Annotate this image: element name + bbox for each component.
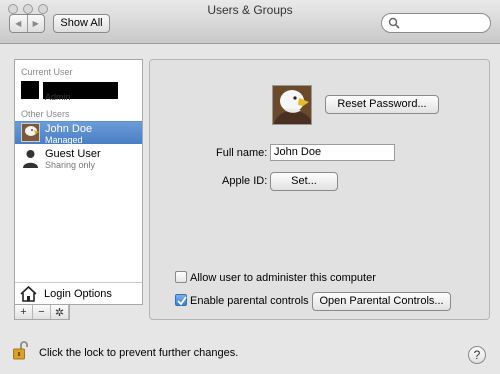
apple-id-label: Apple ID: — [222, 175, 268, 187]
allow-admin-checkbox[interactable] — [175, 271, 187, 283]
checkmark-icon — [177, 296, 187, 306]
gear-icon[interactable]: ✲ — [51, 305, 69, 319]
add-user-button[interactable]: + — [15, 305, 33, 319]
parental-controls-label: Enable parental controls — [190, 295, 309, 307]
set-apple-id-button[interactable]: Set... — [270, 172, 338, 191]
current-user-avatar — [21, 81, 39, 99]
help-button[interactable]: ? — [468, 346, 486, 364]
avatar — [21, 123, 40, 142]
sidebar-button-bar: + − ✲ — [14, 305, 70, 320]
other-users-heading: Other Users — [21, 109, 70, 119]
forward-button[interactable]: ▶ — [26, 15, 45, 32]
current-user-role: Admin — [45, 92, 71, 102]
reset-password-button[interactable]: Reset Password... — [325, 95, 439, 114]
toolbar: Users & Groups ◀ ▶ Show All — [0, 0, 500, 44]
full-name-label: Full name: — [216, 147, 268, 159]
full-name-field[interactable]: John Doe — [270, 144, 395, 161]
search-icon — [388, 17, 400, 29]
parental-controls-checkbox[interactable] — [175, 294, 187, 306]
allow-admin-label: Allow user to administer this computer — [190, 272, 376, 284]
user-subtitle: Managed — [45, 135, 83, 145]
lock-message: Click the lock to prevent further change… — [39, 347, 239, 359]
navigation-segment: ◀ ▶ — [9, 14, 45, 33]
open-parental-controls-button[interactable]: Open Parental Controls... — [312, 292, 451, 311]
back-button[interactable]: ◀ — [10, 15, 27, 32]
login-options-item[interactable]: Login Options — [15, 282, 142, 304]
sidebar-item-john-doe[interactable]: John Doe Managed — [15, 121, 142, 145]
house-icon — [20, 286, 37, 302]
login-options-label: Login Options — [44, 288, 112, 300]
current-user-heading: Current User — [21, 67, 73, 77]
user-name: John Doe — [45, 123, 93, 135]
search-input[interactable] — [381, 13, 491, 33]
unlocked-padlock-icon[interactable] — [13, 340, 28, 360]
users-sidebar: Current User Admin Other Users John Doe … — [14, 59, 143, 305]
eagle-icon — [273, 86, 311, 124]
show-all-button[interactable]: Show All — [53, 14, 110, 33]
user-subtitle: Sharing only — [45, 160, 96, 170]
preferences-window: Users & Groups ◀ ▶ Show All Current User… — [0, 0, 500, 374]
remove-user-button[interactable]: − — [33, 305, 51, 319]
user-picture[interactable] — [272, 85, 312, 125]
person-silhouette-icon — [23, 150, 38, 168]
eagle-icon — [22, 124, 39, 141]
user-name: Guest User — [45, 148, 101, 160]
